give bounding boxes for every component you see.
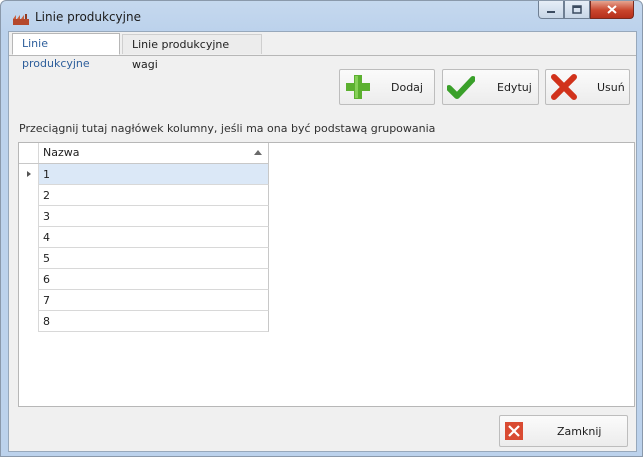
minimize-icon	[547, 10, 555, 13]
delete-button-label: Usuń	[597, 81, 625, 94]
data-grid: Nazwa 12345678	[18, 142, 635, 407]
table-row[interactable]: 6	[19, 269, 269, 290]
edit-button[interactable]: Edytuj	[442, 69, 539, 105]
checkmark-icon	[447, 76, 475, 99]
table-row[interactable]: 4	[19, 227, 269, 248]
row-indicator[interactable]	[19, 185, 39, 206]
grid-header: Nazwa	[19, 143, 269, 164]
edit-button-label: Edytuj	[497, 81, 532, 94]
table-row[interactable]: 2	[19, 185, 269, 206]
delete-x-icon	[551, 74, 577, 100]
app-window: Linie produkcyjne Linie produkcyjne Lini…	[0, 0, 643, 457]
current-row-arrow-icon	[27, 171, 31, 177]
table-cell-nazwa[interactable]: 4	[39, 227, 269, 248]
row-indicator[interactable]	[19, 311, 39, 332]
close-window-button[interactable]	[590, 1, 634, 19]
row-indicator[interactable]	[19, 248, 39, 269]
table-cell-nazwa[interactable]: 3	[39, 206, 269, 227]
row-indicator[interactable]	[19, 290, 39, 311]
header-indicator-cell	[19, 143, 39, 163]
minimize-button[interactable]	[538, 1, 564, 19]
table-row[interactable]: 8	[19, 311, 269, 332]
add-button-label: Dodaj	[391, 81, 423, 94]
sort-ascending-icon	[254, 150, 262, 155]
tab-production-lines[interactable]: Linie produkcyjne	[12, 33, 120, 70]
table-row[interactable]: 3	[19, 206, 269, 227]
table-row[interactable]: 1	[19, 164, 269, 185]
group-by-panel[interactable]: Przeciągnij tutaj nagłówek kolumny, jeśl…	[18, 118, 636, 140]
table-cell-nazwa[interactable]: 8	[39, 311, 269, 332]
client-area: Linie produkcyjne Linie produkcyjne wagi…	[8, 31, 637, 452]
table-cell-nazwa[interactable]: 2	[39, 185, 269, 206]
window-title: Linie produkcyjne	[35, 10, 141, 24]
tab-strip: Linie produkcyjne Linie produkcyjne wagi	[9, 32, 636, 71]
row-indicator[interactable]	[19, 269, 39, 290]
row-indicator[interactable]	[19, 206, 39, 227]
add-button[interactable]: Dodaj	[339, 69, 435, 105]
table-cell-nazwa[interactable]: 6	[39, 269, 269, 290]
column-header-nazwa[interactable]: Nazwa	[39, 143, 269, 163]
close-button-label: Zamknij	[557, 425, 602, 438]
close-icon	[607, 5, 617, 14]
table-cell-nazwa[interactable]: 5	[39, 248, 269, 269]
maximize-icon	[572, 5, 582, 14]
plus-icon	[346, 75, 370, 99]
row-indicator[interactable]	[19, 164, 39, 185]
footer: Zamknij	[9, 408, 636, 451]
table-row[interactable]: 5	[19, 248, 269, 269]
tab-production-lines-scales[interactable]: Linie produkcyjne wagi	[122, 34, 262, 71]
table-cell-nazwa[interactable]: 1	[39, 164, 269, 185]
column-header-label: Nazwa	[43, 146, 80, 159]
factory-icon	[13, 14, 29, 25]
table-row[interactable]: 7	[19, 290, 269, 311]
table-cell-nazwa[interactable]: 7	[39, 290, 269, 311]
maximize-button[interactable]	[564, 1, 590, 19]
toolbar: Dodaj Edytuj Usuń	[9, 56, 636, 106]
row-indicator[interactable]	[19, 227, 39, 248]
close-button[interactable]: Zamknij	[499, 415, 628, 447]
close-x-box-icon	[505, 422, 523, 440]
delete-button[interactable]: Usuń	[545, 69, 630, 105]
